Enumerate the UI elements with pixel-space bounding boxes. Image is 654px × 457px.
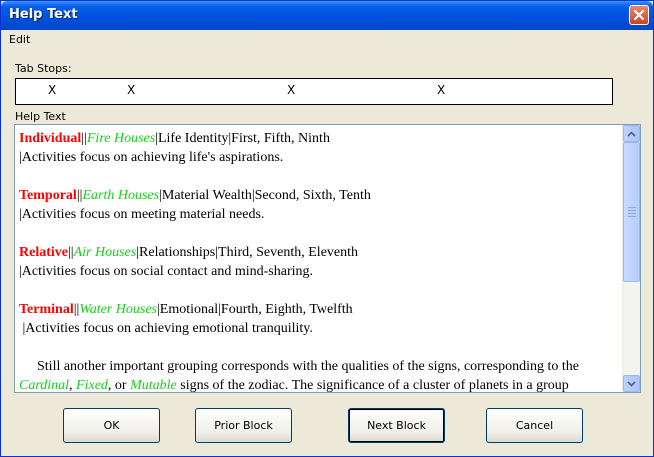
quality-fixed: Fixed — [76, 378, 108, 392]
block-house: Fire Houses — [86, 131, 156, 146]
paragraph-text: , — [69, 378, 77, 392]
quality-mutable: Mutable — [130, 378, 177, 392]
scroll-down-button[interactable] — [623, 375, 640, 392]
cancel-button[interactable]: Cancel — [486, 408, 583, 443]
block-description: |Activities focus on social contact and … — [19, 264, 314, 279]
block-description: |Activities focus on achieving emotional… — [19, 321, 313, 336]
block-details: |Life Identity|First, Fifth, Ninth — [155, 131, 330, 146]
help-text-editor[interactable]: Individual||Fire Houses|Life Identity|Fi… — [14, 124, 641, 393]
chevron-down-icon — [627, 380, 636, 387]
paragraph-text: signs of the zodiac. The significance of… — [176, 378, 569, 392]
menu-bar: Edit — [1, 30, 653, 49]
title-bar[interactable]: Help Text — [1, 1, 653, 30]
prior-block-button[interactable]: Prior Block — [195, 408, 292, 443]
block-house: Water Houses — [79, 302, 157, 317]
next-block-button[interactable]: Next Block — [348, 408, 445, 443]
help-block: Individual||Fire Houses|Life Identity|Fi… — [19, 129, 330, 148]
vertical-scrollbar[interactable] — [622, 125, 640, 392]
help-block: Temporal||Earth Houses|Material Wealth|S… — [19, 186, 371, 205]
window-title: Help Text — [9, 7, 78, 22]
chevron-up-icon — [627, 130, 636, 137]
menu-edit[interactable]: Edit — [9, 33, 30, 46]
help-block: Relative||Air Houses|Relationships|Third… — [19, 243, 358, 262]
quality-cardinal: Cardinal — [19, 378, 70, 392]
block-details: |Relationships|Third, Seventh, Eleventh — [136, 245, 359, 260]
block-details: |Material Wealth|Second, Sixth, Tenth — [159, 188, 371, 203]
tab-stop-marker[interactable]: X — [127, 83, 135, 97]
close-icon — [633, 9, 645, 21]
tab-stops-ruler[interactable]: X X X X — [15, 78, 613, 105]
help-text-window: Help Text Edit Tab Stops: X X X X Help T… — [0, 0, 654, 457]
block-house: Earth Houses — [82, 188, 160, 203]
ok-button[interactable]: OK — [63, 408, 160, 443]
tab-stop-marker[interactable]: X — [287, 83, 295, 97]
tab-stop-marker[interactable]: X — [437, 83, 445, 97]
block-term: Individual — [19, 131, 82, 146]
scroll-thumb[interactable] — [623, 142, 640, 282]
grip-line — [628, 207, 636, 208]
paragraph-text: , or — [107, 378, 131, 392]
grip-line — [628, 210, 636, 211]
block-term: Relative — [19, 245, 68, 260]
block-description: |Activities focus on meeting material ne… — [19, 207, 265, 222]
scroll-up-button[interactable] — [623, 125, 640, 142]
block-details: |Emotional|Fourth, Eighth, Twelfth — [156, 302, 353, 317]
block-house: Air Houses — [73, 245, 137, 260]
block-term: Temporal — [19, 188, 77, 203]
grip-line — [628, 213, 636, 214]
tab-stop-marker[interactable]: X — [48, 83, 56, 97]
tab-stops-label: Tab Stops: — [15, 62, 72, 75]
close-button[interactable] — [629, 5, 649, 25]
grip-line — [628, 216, 636, 217]
block-description: |Activities focus on achieving life's as… — [19, 150, 284, 165]
paragraph-line: Still another important grouping corresp… — [37, 359, 580, 374]
help-text-label: Help Text — [15, 110, 66, 123]
help-text-content[interactable]: Individual||Fire Houses|Life Identity|Fi… — [15, 125, 622, 392]
block-term: Terminal — [19, 302, 74, 317]
help-block: Terminal||Water Houses|Emotional|Fourth,… — [19, 300, 353, 319]
paragraph-line: Cardinal, Fixed, or Mutable signs of the… — [19, 376, 569, 392]
